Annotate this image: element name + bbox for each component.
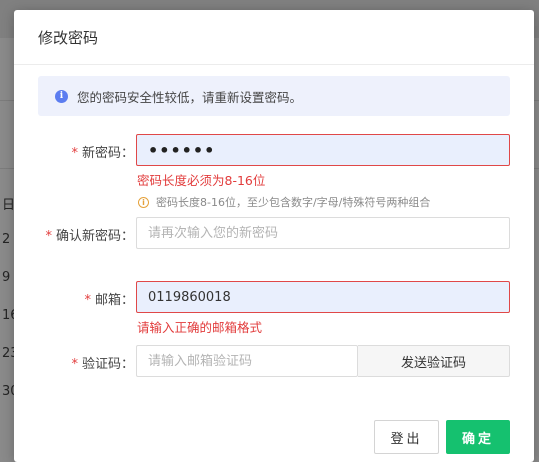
- password-hint-text: 密码长度8-16位，至少包含数字/字母/特殊符号两种组合: [156, 196, 431, 209]
- required-mark: *: [71, 146, 78, 161]
- required-mark: *: [84, 293, 91, 308]
- email-error: 请输入正确的邮箱格式: [137, 320, 263, 335]
- security-alert: i 您的密码安全性较低，请重新设置密码。: [38, 76, 510, 116]
- confirm-button[interactable]: 确定: [446, 420, 510, 454]
- confirm-password-label: * 确认新密码：: [45, 229, 134, 244]
- required-mark: *: [71, 357, 78, 372]
- required-mark: *: [45, 229, 52, 244]
- password-hint: i 密码长度8-16位，至少包含数字/字母/特殊符号两种组合: [138, 194, 430, 210]
- confirm-password-input[interactable]: [136, 217, 510, 249]
- new-password-error: 密码长度必须为8-16位: [137, 173, 266, 188]
- send-code-button[interactable]: 发送验证码: [358, 345, 510, 377]
- new-password-input[interactable]: [136, 134, 510, 166]
- dialog-header: 修改密码: [14, 10, 534, 65]
- dialog-title: 修改密码: [38, 28, 99, 47]
- alert-text: 您的密码安全性较低，请重新设置密码。: [77, 89, 303, 105]
- logout-button[interactable]: 登出: [374, 420, 439, 454]
- code-input[interactable]: [136, 345, 358, 377]
- warning-icon: i: [138, 196, 149, 208]
- code-label: * 验证码：: [71, 357, 134, 372]
- change-password-dialog: 修改密码 i 您的密码安全性较低，请重新设置密码。 *新密码： 密码长度必须为8…: [14, 10, 534, 462]
- new-password-label: * 新密码：: [71, 146, 134, 161]
- info-icon: i: [55, 89, 68, 103]
- email-label: * 邮箱：: [84, 293, 134, 308]
- email-input[interactable]: [136, 281, 510, 313]
